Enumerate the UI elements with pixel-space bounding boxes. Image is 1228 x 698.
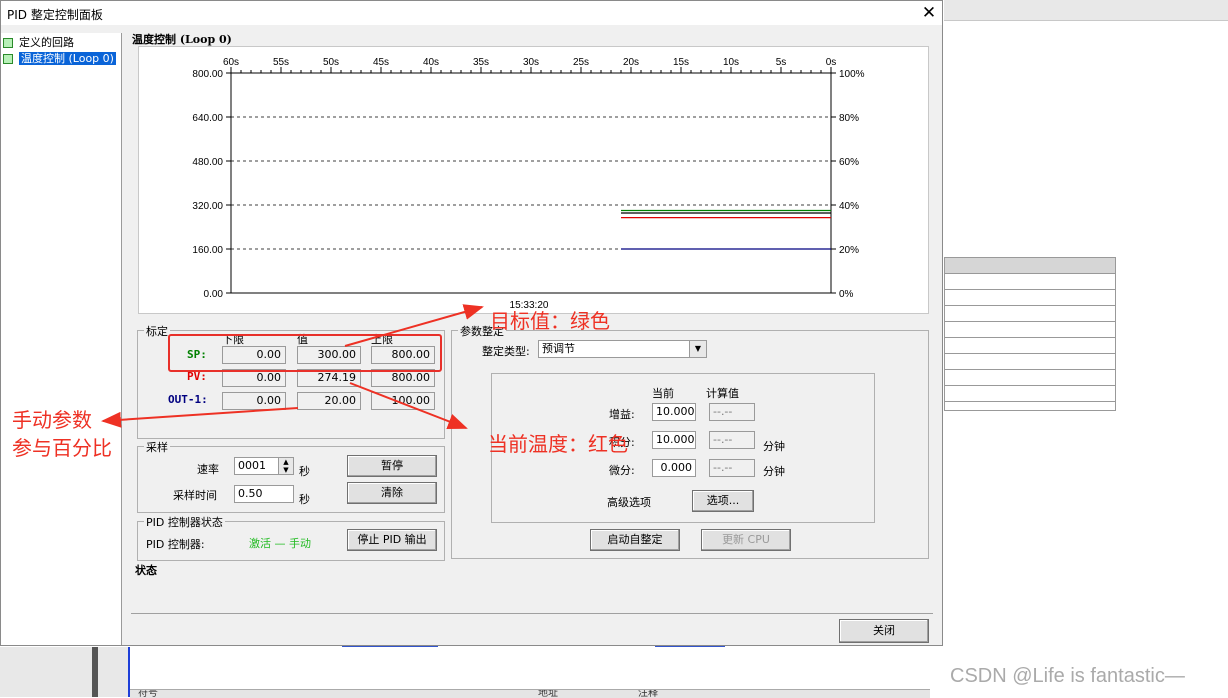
arrow-to-manual-label (101, 407, 299, 428)
annotation-current-temp-color: 当前温度：红色 (488, 432, 628, 456)
annotation-target-color: 目标值：绿色 (490, 309, 610, 333)
annotation-manual-percent: 参与百分比 (12, 436, 112, 460)
arrow-to-current-temp-label (349, 382, 468, 429)
arrow-to-target-label (344, 304, 484, 347)
annotation-manual-params: 手动参数 (12, 408, 92, 432)
annotation-arrows (101, 304, 484, 429)
